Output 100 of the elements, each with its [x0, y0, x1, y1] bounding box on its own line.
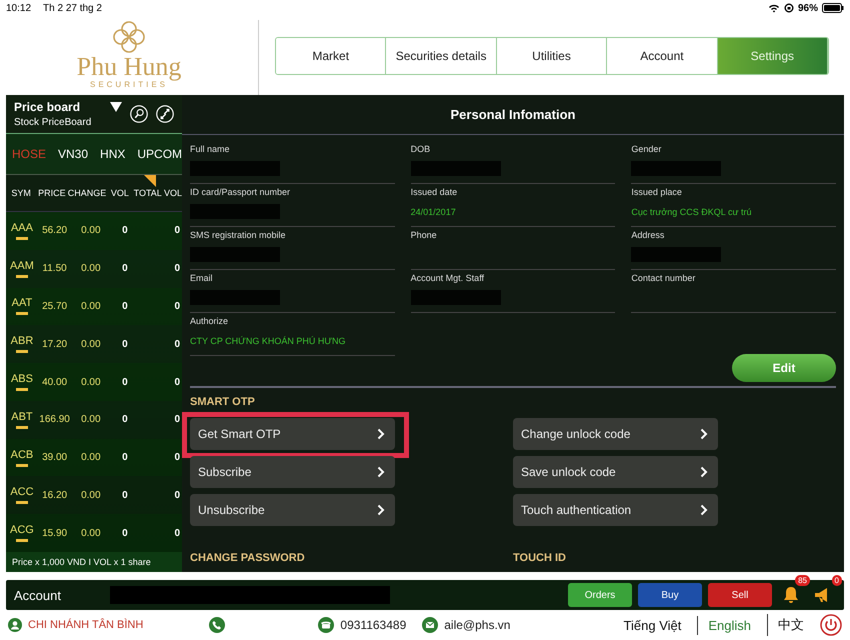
no-change-bar-icon	[16, 312, 28, 316]
table-cell-text: 39.00	[41, 452, 68, 464]
dropdown-triangle-icon[interactable]	[110, 102, 122, 112]
orientation-lock-icon	[784, 3, 794, 13]
field-label: Authorize	[190, 316, 230, 326]
table-cell-text: 0.00	[80, 376, 102, 388]
field-label: Full name	[190, 144, 231, 154]
language-option[interactable]: English	[697, 616, 762, 634]
table-cell-text: 0	[173, 490, 181, 501]
table-cell-text: 0	[173, 225, 181, 236]
field-value: 24/01/2017	[410, 206, 456, 216]
main-tab[interactable]: Market	[276, 38, 386, 74]
table-cell-text: 0	[173, 528, 181, 539]
phone-number: 0931163489	[340, 618, 406, 632]
field-label: SMS registration mobile	[190, 230, 287, 240]
table-cell-text: 0	[121, 528, 129, 539]
status-time: 10:12	[6, 2, 32, 14]
table-cell-text: 0.00	[80, 414, 102, 426]
menu-item[interactable]: Subscribe	[190, 456, 395, 488]
no-change-bar-icon	[16, 539, 28, 542]
order-button[interactable]: Buy	[638, 583, 702, 607]
order-button[interactable]: Sell	[708, 583, 772, 607]
section-heading: CHANGE PASSWORD	[190, 552, 306, 564]
table-cell-text: 166.90	[38, 414, 71, 426]
menu-item[interactable]: Get Smart OTP	[190, 418, 395, 450]
column-header[interactable]: CHANGE	[68, 188, 106, 198]
table-cell-text: 11.50	[41, 263, 68, 274]
chevron-right-icon	[377, 428, 385, 440]
stock-symbol[interactable]: ACB	[10, 448, 34, 461]
branch-name: CHI NHÁNH TÂN BÌNH	[28, 619, 144, 631]
field-value: CTY CP CHỨNG KHOÁN PHÚ HƯNG	[190, 336, 346, 346]
table-cell-text: 0	[121, 300, 129, 312]
mail-icon	[422, 617, 438, 633]
field-label: Issued place	[631, 187, 683, 197]
table-cell-text: 0.00	[80, 263, 102, 274]
section-heading: TOUCH ID	[513, 552, 567, 564]
stock-symbol[interactable]: ACC	[10, 486, 34, 498]
battery-percent: 96%	[798, 2, 818, 14]
stock-symbol[interactable]: AAM	[10, 260, 34, 272]
price-board-subtitle: Stock PriceBoard	[14, 117, 92, 128]
field-label: Contact number	[631, 273, 696, 283]
table-cell-text: 0	[121, 338, 129, 350]
no-change-bar-icon	[16, 274, 28, 278]
table-cell-text: 0	[173, 376, 181, 388]
exchange-tab[interactable]: UPCOM	[131, 134, 182, 174]
exchange-tab[interactable]: VN30	[52, 134, 94, 174]
chevron-right-icon	[700, 466, 708, 478]
table-cell-text: 0.00	[80, 338, 102, 350]
stock-symbol[interactable]: ABT	[11, 410, 33, 423]
table-cell-text: 0	[173, 452, 181, 464]
table-cell-text: 15.90	[41, 528, 68, 539]
menu-item[interactable]: Unsubscribe	[190, 494, 395, 526]
logo-tagline: SECURITIES	[90, 80, 168, 89]
column-header[interactable]: TOTAL VOL	[134, 188, 182, 198]
chevron-right-icon	[700, 428, 708, 440]
stock-symbol[interactable]: ACG	[10, 524, 34, 536]
menu-item[interactable]: Save unlock code	[513, 456, 718, 488]
notification-badge: 85	[795, 575, 810, 586]
notification-badge: 0	[832, 575, 842, 586]
column-header[interactable]: VOL	[106, 188, 134, 198]
person-icon	[8, 618, 22, 632]
swap-arrows-icon[interactable]	[156, 102, 174, 126]
language-option[interactable]: Tiếng Việt	[614, 616, 692, 634]
status-date: Th 2 27 thg 2	[43, 2, 102, 14]
field-label: ID card/Passport number	[190, 187, 292, 197]
table-cell-text: 0.00	[80, 490, 102, 501]
menu-item[interactable]: Change unlock code	[513, 418, 718, 450]
no-change-bar-icon	[16, 426, 28, 429]
chevron-right-icon	[377, 466, 385, 478]
table-cell-text: 25.70	[41, 300, 68, 312]
table-cell-text: 0.00	[80, 528, 102, 539]
column-header[interactable]: SYM	[6, 188, 36, 198]
table-cell-text: 0.00	[80, 300, 102, 312]
power-icon[interactable]	[820, 614, 842, 636]
phone-icon[interactable]	[209, 617, 226, 633]
column-header[interactable]: PRICE	[36, 188, 68, 198]
stock-symbol[interactable]: AAA	[10, 222, 33, 234]
exchange-tab[interactable]: HNX	[94, 134, 132, 174]
table-cell-text: 0	[121, 452, 129, 464]
stock-symbol[interactable]: ABR	[10, 335, 34, 348]
search-icon[interactable]	[130, 102, 148, 126]
table-cell-text: 56.20	[41, 225, 68, 236]
stock-symbol[interactable]: AAT	[12, 297, 32, 310]
no-change-bar-icon	[16, 464, 28, 467]
price-board-title: Price board	[14, 100, 80, 114]
no-change-bar-icon	[16, 236, 28, 240]
chevron-right-icon	[377, 504, 385, 516]
battery-icon	[822, 3, 844, 13]
chevron-right-icon	[700, 504, 708, 516]
bell-icon[interactable]	[781, 585, 801, 605]
table-cell-text: 0	[121, 490, 129, 501]
telephone-icon	[318, 617, 334, 633]
menu-item[interactable]: Touch authentication	[513, 494, 718, 526]
account-label: Account	[14, 588, 62, 602]
no-change-bar-icon	[16, 388, 28, 392]
stock-symbol[interactable]: ABS	[10, 373, 33, 386]
section-heading: SMART OTP	[190, 396, 256, 408]
section-title: Personal Infomation	[182, 95, 844, 135]
language-option[interactable]: 中文	[767, 614, 814, 636]
price-unit-note: Price x 1,000 VND I VOL x 1 share	[6, 552, 182, 572]
